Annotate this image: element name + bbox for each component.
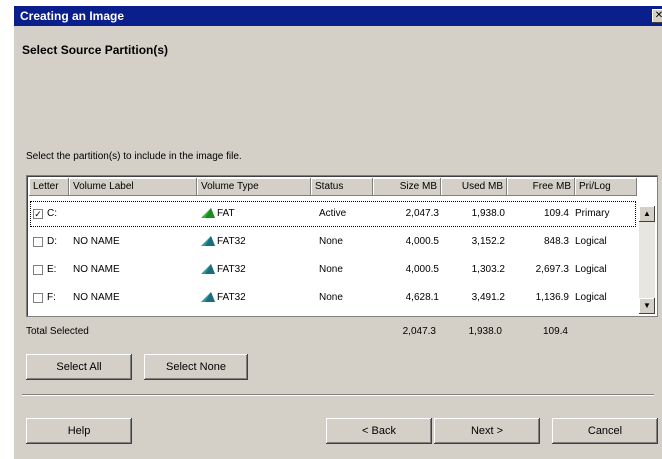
column-header-free[interactable]: Free MB: [507, 178, 575, 196]
fat32-partition-icon: [201, 264, 215, 275]
partition-checkbox[interactable]: [33, 265, 43, 275]
free-cell: 2,697.3: [535, 264, 569, 275]
volume-type-cell: FAT: [201, 200, 311, 228]
partition-row-f[interactable]: F: NO NAME FAT32 None 4,628.1 3,491.2 1,…: [29, 284, 637, 312]
volume-label-cell: NO NAME: [73, 264, 120, 275]
scroll-up-button[interactable]: ▲: [639, 206, 655, 222]
size-cell: 2,047.3: [405, 208, 439, 219]
fat32-partition-icon: [201, 236, 215, 247]
column-header-volume-label[interactable]: Volume Label: [69, 178, 197, 196]
letter-cell: F:: [47, 292, 56, 303]
check-mark-icon: ✓: [34, 209, 42, 219]
volume-type-text: FAT32: [217, 292, 246, 303]
column-header-size[interactable]: Size MB: [373, 178, 441, 196]
volume-type-cell: FAT32: [201, 284, 311, 312]
used-cell: 1,303.2: [471, 264, 505, 275]
next-button[interactable]: Next >: [434, 418, 540, 444]
select-all-button[interactable]: Select All: [26, 354, 132, 380]
back-button[interactable]: < Back: [326, 418, 432, 444]
total-used: 1,938.0: [468, 326, 502, 337]
volume-type-text: FAT: [217, 208, 235, 219]
column-header-used[interactable]: Used MB: [441, 178, 507, 196]
partition-list[interactable]: Letter Volume Label Volume Type Status S…: [26, 175, 658, 317]
free-cell: 848.3: [543, 236, 569, 247]
column-header-volume-type[interactable]: Volume Type: [197, 178, 311, 196]
column-header-status[interactable]: Status: [311, 178, 373, 196]
pri-log-cell: Logical: [575, 264, 607, 275]
fat32-partition-icon: [201, 292, 215, 303]
partition-checkbox[interactable]: [33, 237, 43, 247]
dialog-window: Creating an Image ✕ Select Source Partit…: [14, 6, 662, 459]
scroll-down-button[interactable]: ▼: [639, 298, 655, 314]
pri-log-cell: Logical: [575, 292, 607, 303]
instruction-text: Select the partition(s) to include in th…: [26, 151, 242, 162]
column-header-pri-log[interactable]: Pri/Log: [575, 178, 637, 196]
partition-checkbox[interactable]: ✓: [33, 209, 43, 219]
letter-cell: E:: [47, 264, 57, 275]
volume-label-cell: [73, 200, 197, 228]
title-bar[interactable]: Creating an Image ✕: [14, 6, 662, 26]
partition-checkbox[interactable]: [33, 293, 43, 303]
used-cell: 1,938.0: [471, 208, 505, 219]
letter-cell: C:: [47, 208, 57, 219]
volume-label-cell: NO NAME: [73, 292, 120, 303]
free-cell: 109.4: [543, 208, 569, 219]
volume-type-text: FAT32: [217, 264, 246, 275]
used-cell: 3,152.2: [471, 236, 505, 247]
volume-type-cell: FAT32: [201, 256, 311, 284]
size-cell: 4,628.1: [405, 292, 439, 303]
status-cell: None: [319, 292, 343, 303]
button-separator: [22, 394, 654, 396]
total-size: 2,047.3: [402, 326, 436, 337]
status-cell: None: [319, 264, 343, 275]
total-selected-label: Total Selected: [26, 326, 89, 337]
free-cell: 1,136.9: [535, 292, 569, 303]
partition-row-c[interactable]: ✓ C: FAT Active 2,047.3 1,938.0 109.4 Pr…: [29, 200, 637, 228]
vertical-scrollbar[interactable]: ▲ ▼: [639, 206, 655, 314]
page-title: Select Source Partition(s): [22, 43, 169, 57]
partition-row-d[interactable]: D: NO NAME FAT32 None 4,000.5 3,152.2 84…: [29, 228, 637, 256]
size-cell: 4,000.5: [405, 236, 439, 247]
size-cell: 4,000.5: [405, 264, 439, 275]
arrow-down-icon: ▼: [643, 301, 651, 310]
window-title: Creating an Image: [20, 9, 125, 23]
pri-log-cell: Logical: [575, 236, 607, 247]
volume-type-cell: FAT32: [201, 228, 311, 256]
fat-partition-icon: [201, 208, 215, 219]
partition-row-e[interactable]: E: NO NAME FAT32 None 4,000.5 1,303.2 2,…: [29, 256, 637, 284]
pri-log-cell: Primary: [575, 208, 610, 219]
close-button[interactable]: ✕: [652, 9, 662, 23]
help-button[interactable]: Help: [26, 418, 132, 444]
total-free: 109.4: [542, 326, 568, 337]
letter-cell: D:: [47, 236, 57, 247]
cancel-button[interactable]: Cancel: [552, 418, 658, 444]
status-cell: Active: [319, 208, 347, 219]
volume-label-cell: NO NAME: [73, 236, 120, 247]
status-cell: None: [319, 236, 343, 247]
used-cell: 3,491.2: [471, 292, 505, 303]
column-header-letter[interactable]: Letter: [29, 178, 69, 196]
select-none-button[interactable]: Select None: [144, 354, 248, 380]
header-panel: Select Source Partition(s): [14, 26, 662, 138]
volume-type-text: FAT32: [217, 236, 246, 247]
arrow-up-icon: ▲: [643, 209, 651, 218]
